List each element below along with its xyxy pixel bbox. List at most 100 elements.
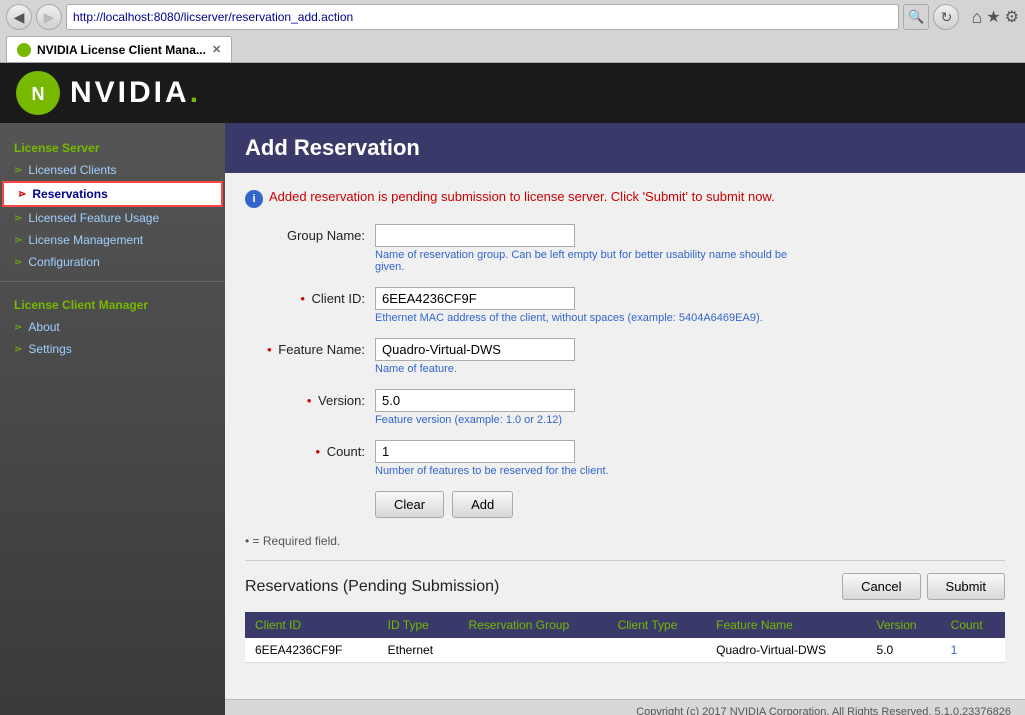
col-reservation-group: Reservation Group: [458, 612, 607, 638]
group-name-field-group: Name of reservation group. Can be left e…: [375, 224, 795, 273]
count-input[interactable]: [375, 440, 575, 463]
back-button[interactable]: ◀: [6, 4, 32, 30]
table-cell-1: Ethernet: [378, 638, 459, 663]
tab-bar: NVIDIA License Client Mana... ✕: [0, 34, 1025, 62]
main-layout: License Server ⋗ Licensed Clients ⋗ Rese…: [0, 123, 1025, 715]
version-help: Feature version (example: 1.0 or 2.12): [375, 414, 575, 426]
add-button[interactable]: Add: [452, 491, 513, 518]
table-row: 6EEA4236CF9FEthernetQuadro-Virtual-DWS5.…: [245, 638, 1005, 663]
url-input[interactable]: http://localhost:8080/licserver/reservat…: [73, 10, 892, 24]
star-icon[interactable]: ★: [986, 7, 1000, 27]
forward-button[interactable]: ▶: [36, 4, 62, 30]
client-id-field-group: Ethernet MAC address of the client, with…: [375, 287, 763, 324]
submit-button[interactable]: Submit: [927, 573, 1005, 600]
sidebar-item-about[interactable]: ⋗ About: [0, 316, 225, 338]
version-row: • Version: Feature version (example: 1.0…: [245, 389, 1005, 426]
client-id-input[interactable]: [375, 287, 575, 310]
form-button-row: Clear Add: [375, 491, 1005, 518]
feature-name-input[interactable]: [375, 338, 575, 361]
sidebar-label-reservations: Reservations: [32, 187, 107, 201]
required-legend: • = Required field.: [245, 534, 1005, 548]
col-feature-name: Feature Name: [706, 612, 866, 638]
sidebar: License Server ⋗ Licensed Clients ⋗ Rese…: [0, 123, 225, 715]
col-version: Version: [867, 612, 941, 638]
sidebar-label-license-management: License Management: [28, 233, 143, 247]
required-dot-count: •: [316, 444, 321, 459]
home-icon[interactable]: ⌂: [971, 7, 982, 28]
svg-text:N: N: [32, 84, 45, 104]
feature-name-label: • Feature Name:: [245, 338, 375, 357]
nvidia-logo-container: N NVIDIA.: [16, 71, 201, 115]
footer: Copyright (c) 2017 NVIDIA Corporation. A…: [225, 699, 1025, 715]
group-name-label: Group Name:: [245, 224, 375, 243]
feature-name-field-group: Name of feature.: [375, 338, 575, 375]
alert-info: i Added reservation is pending submissio…: [245, 189, 1005, 208]
refresh-button[interactable]: ↻: [933, 4, 959, 30]
sidebar-item-license-management[interactable]: ⋗ License Management: [0, 229, 225, 251]
nvidia-wordmark: NVIDIA.: [70, 76, 201, 110]
col-count: Count: [941, 612, 1005, 638]
nvidia-logo-icon: N: [16, 71, 60, 115]
browser-icons: ⌂ ★ ⚙: [971, 7, 1019, 28]
sidebar-item-settings[interactable]: ⋗ Settings: [0, 338, 225, 360]
col-client-id: Client ID: [245, 612, 378, 638]
cancel-button[interactable]: Cancel: [842, 573, 920, 600]
browser-chrome: ◀ ▶ http://localhost:8080/licserver/rese…: [0, 0, 1025, 63]
pending-header: Reservations (Pending Submission) Cancel…: [245, 573, 1005, 600]
version-input[interactable]: [375, 389, 575, 412]
sidebar-label-licensed-clients: Licensed Clients: [28, 163, 116, 177]
sidebar-label-about: About: [28, 320, 59, 334]
client-id-row: • Client ID: Ethernet MAC address of the…: [245, 287, 1005, 324]
sidebar-item-configuration[interactable]: ⋗ Configuration: [0, 251, 225, 273]
table-cell-4: Quadro-Virtual-DWS: [706, 638, 866, 663]
pending-section: Reservations (Pending Submission) Cancel…: [245, 573, 1005, 663]
sidebar-section-client-manager: License Client Manager: [0, 290, 225, 316]
version-label: • Version:: [245, 389, 375, 408]
table-header: Client ID ID Type Reservation Group Clie…: [245, 612, 1005, 638]
arrow-icon: ⋗: [14, 165, 22, 176]
table-cell-2: [458, 638, 607, 663]
table-cell-6: 1: [941, 638, 1005, 663]
count-help: Number of features to be reserved for th…: [375, 465, 609, 477]
active-tab[interactable]: NVIDIA License Client Mana... ✕: [6, 36, 232, 62]
required-dot-feature: •: [267, 342, 272, 357]
sidebar-section-license-server: License Server: [0, 133, 225, 159]
section-divider: [245, 560, 1005, 561]
alert-message: Added reservation is pending submission …: [269, 189, 775, 204]
client-id-help: Ethernet MAC address of the client, with…: [375, 312, 763, 324]
footer-text: Copyright (c) 2017 NVIDIA Corporation. A…: [636, 706, 1011, 715]
feature-name-row: • Feature Name: Name of feature.: [245, 338, 1005, 375]
info-icon: i: [245, 190, 263, 208]
table-body: 6EEA4236CF9FEthernetQuadro-Virtual-DWS5.…: [245, 638, 1005, 663]
col-id-type: ID Type: [378, 612, 459, 638]
count-row: • Count: Number of features to be reserv…: [245, 440, 1005, 477]
sidebar-item-licensed-clients[interactable]: ⋗ Licensed Clients: [0, 159, 225, 181]
feature-name-help: Name of feature.: [375, 363, 575, 375]
group-name-row: Group Name: Name of reservation group. C…: [245, 224, 1005, 273]
count-label: • Count:: [245, 440, 375, 459]
required-dot-client-id: •: [300, 291, 305, 306]
arrow-icon-6: ⋗: [14, 344, 22, 355]
clear-button[interactable]: Clear: [375, 491, 444, 518]
search-icon: 🔍: [908, 9, 924, 25]
arrow-icon-3: ⋗: [14, 235, 22, 246]
search-button[interactable]: 🔍: [903, 4, 929, 30]
nvidia-header: N NVIDIA.: [0, 63, 1025, 123]
browser-toolbar: ◀ ▶ http://localhost:8080/licserver/rese…: [0, 0, 1025, 34]
tab-close-icon[interactable]: ✕: [212, 43, 221, 56]
page-title-bar: Add Reservation: [225, 123, 1025, 173]
pending-actions: Cancel Submit: [842, 573, 1005, 600]
sidebar-item-reservations[interactable]: ⋗ Reservations: [2, 181, 223, 207]
client-id-label: • Client ID:: [245, 287, 375, 306]
arrow-icon-2: ⋗: [14, 213, 22, 224]
address-bar: http://localhost:8080/licserver/reservat…: [66, 4, 899, 30]
required-dot-version: •: [307, 393, 312, 408]
sidebar-label-settings: Settings: [28, 342, 71, 356]
sidebar-divider: [0, 281, 225, 282]
settings-icon[interactable]: ⚙: [1005, 7, 1019, 27]
table-cell-5: 5.0: [867, 638, 941, 663]
group-name-input[interactable]: [375, 224, 575, 247]
group-name-help: Name of reservation group. Can be left e…: [375, 249, 795, 273]
pending-title: Reservations (Pending Submission): [245, 578, 499, 596]
sidebar-item-licensed-feature-usage[interactable]: ⋗ Licensed Feature Usage: [0, 207, 225, 229]
